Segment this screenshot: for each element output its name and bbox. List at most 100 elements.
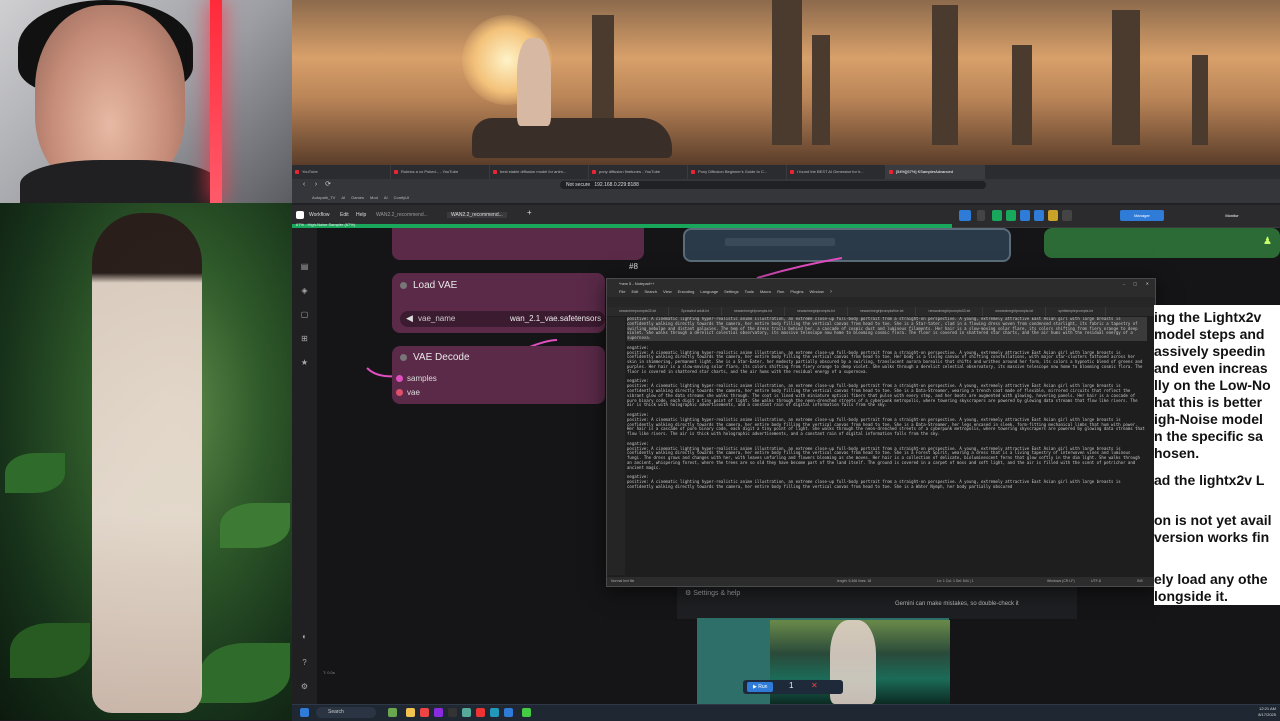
file-tab[interactable]: Sprawled adult.txt (669, 307, 722, 316)
model-library-icon[interactable]: ▢ (300, 310, 309, 319)
notepad-icon[interactable] (462, 708, 471, 717)
samples-port[interactable] (396, 375, 403, 382)
file-tab[interactable]: newanimegirlprompts.txt (785, 307, 848, 316)
app-icon[interactable] (434, 708, 443, 717)
notepad-menu: File Edit Search View Encoding Language … (607, 289, 1155, 297)
node-collapse-dot[interactable] (400, 354, 407, 361)
menu-edit[interactable]: Edit (631, 289, 638, 297)
minimize-icon[interactable]: – (1123, 279, 1125, 289)
menu-window[interactable]: Window (810, 289, 824, 297)
workflow-tab[interactable]: WAN2.2_recommend... (376, 212, 428, 218)
browser-tab[interactable]: Rubrics a xo Poked... - YouTube (391, 165, 490, 179)
preview-node[interactable]: ▶ Run 1 ✕ (697, 618, 950, 704)
widget-label: vae_name (418, 314, 456, 323)
load-vae-node[interactable]: Load VAE ◀ vae_name wan_2.1_vae.safetens… (392, 273, 605, 333)
widgets-icon[interactable] (388, 708, 397, 717)
add-tab-icon[interactable]: + (527, 208, 532, 217)
tutorial-line: hat this is better (1154, 394, 1263, 410)
forward-icon[interactable]: › (312, 181, 320, 189)
reload-icon[interactable]: ⟳ (324, 181, 332, 189)
file-tab[interactable]: newanimegirlpromptsfine.txt (848, 307, 917, 316)
vae-port[interactable] (396, 389, 403, 396)
stop-icon[interactable] (977, 210, 985, 221)
file-tab[interactable]: newanimegirlprompts.txt (722, 307, 785, 316)
workflows-icon[interactable]: ⊞ (300, 334, 309, 343)
browser-tab[interactable]: I found the BEST AI Generator for Ir... (787, 165, 886, 179)
chrome-icon[interactable] (420, 708, 429, 717)
menu-file[interactable]: File (619, 289, 625, 297)
node-library-icon[interactable]: ◈ (300, 286, 309, 295)
bookmark-item[interactable]: Autopath_TV (312, 195, 335, 200)
browser-tab[interactable]: Pony Diffusion Beginner's Guide to C... (688, 165, 787, 179)
tutorial-line: assively speedin (1154, 343, 1266, 359)
browser-tab-active[interactable]: [54%][67%] KSamplerAdvanced (886, 165, 985, 179)
gemini-disclaimer: Gemini can make mistakes, so double-chec… (895, 601, 1019, 607)
cancel-icon[interactable]: ✕ (811, 681, 818, 690)
settings-help-link[interactable]: ⚙ Settings & help (685, 589, 740, 597)
file-explorer-icon[interactable] (406, 708, 415, 717)
app-icon[interactable] (476, 708, 485, 717)
taskbar-search[interactable]: Search (316, 707, 376, 718)
close-icon[interactable]: ✕ (1146, 279, 1149, 289)
menu-view[interactable]: View (663, 289, 672, 297)
bookmark-item[interactable]: Games (351, 195, 364, 200)
editor-line: positive: A cinematic lighting hyper-rea… (627, 317, 1147, 341)
workflow-tab-active[interactable]: WAN2.2_recommend... (447, 212, 507, 218)
bookmark-item[interactable]: ComfyUI (394, 195, 410, 200)
menu-search[interactable]: Search (644, 289, 657, 297)
manager-button[interactable]: Manager (1120, 210, 1164, 221)
menu-macro[interactable]: Macro (760, 289, 771, 297)
run-toolbar: ▶ Run 1 ✕ (743, 680, 843, 694)
bookmarks-bar: Autopath_TV AI Games Mod AI ComfyUI (292, 191, 1280, 203)
back-icon[interactable]: ‹ (300, 181, 308, 189)
text-editor[interactable]: positive: A cinematic lighting hyper-rea… (607, 317, 1155, 575)
vram-meter (1034, 210, 1044, 221)
start-icon[interactable] (300, 708, 309, 717)
queue-icon[interactable] (959, 210, 971, 221)
menu-edit[interactable]: Edit (340, 212, 349, 218)
browser-tab[interactable]: pony diffusion finetunes - YouTube (589, 165, 688, 179)
system-clock[interactable]: 12:21 AM 8/17/2025 (1258, 706, 1276, 718)
templates-icon[interactable]: ★ (300, 358, 309, 367)
monitor-button[interactable]: Monitor (1212, 210, 1252, 221)
app-icon[interactable] (522, 708, 531, 717)
combo-prev-icon[interactable]: ◀ (406, 313, 413, 324)
help-icon[interactable]: ? (300, 658, 309, 667)
tutorial-line: ad the lightx2v L (1154, 472, 1265, 488)
browser-tab[interactable]: YouTube (292, 165, 391, 179)
run-button[interactable]: ▶ Run (747, 682, 774, 692)
windows-taskbar: Search 12:21 AM 8/17/2025 (292, 704, 1280, 721)
menu-run[interactable]: Run (777, 289, 784, 297)
editor-line: positive: A cinematic lighting hyper-rea… (627, 416, 1148, 437)
menu-encoding[interactable]: Encoding (678, 289, 695, 297)
file-tab[interactable]: newanimeprompts03.txt (607, 307, 670, 316)
menu-language[interactable]: Language (700, 289, 718, 297)
vae-name-combo[interactable]: ◀ vae_name wan_2.1_vae.safetensors (400, 311, 605, 327)
tutorial-line: and even increas (1154, 360, 1268, 376)
menu-settings[interactable]: Settings (724, 289, 738, 297)
menu-help[interactable]: Help (356, 212, 366, 218)
app-icon[interactable] (504, 708, 513, 717)
file-tab[interactable]: newanimegirlprompts03.txt (916, 307, 984, 316)
maximize-icon[interactable]: ▢ (1133, 279, 1137, 289)
node-title: VAE Decode (413, 352, 470, 363)
browser-tab[interactable]: best stable diffusion model for anim... (490, 165, 589, 179)
app-icon[interactable] (490, 708, 499, 717)
terminal-icon[interactable] (448, 708, 457, 717)
theme-icon[interactable]: ◐ (300, 632, 309, 641)
bookmark-item[interactable]: AI (341, 195, 345, 200)
vae-decode-node[interactable]: VAE Decode samples vae (392, 346, 605, 404)
file-tab[interactable]: spiritsimpleprompts.txt (1046, 307, 1107, 316)
file-tab[interactable]: newanimegirlprompts.txt (983, 307, 1047, 316)
bookmark-item[interactable]: AI (384, 195, 388, 200)
menu-tools[interactable]: Tools (745, 289, 754, 297)
node-collapse-dot[interactable] (400, 282, 407, 289)
bookmark-item[interactable]: Mod (370, 195, 378, 200)
menu-workflow[interactable]: Workflow (309, 212, 329, 218)
menu-help[interactable]: ? (830, 289, 832, 297)
queue-history-icon[interactable]: ▤ (300, 262, 309, 271)
settings-icon[interactable]: ⚙ (300, 682, 309, 691)
gpu-meter (1020, 210, 1030, 221)
url-field[interactable]: Not secure 192.168.0.229:8188 (560, 181, 986, 189)
menu-plugins[interactable]: Plugins (790, 289, 803, 297)
